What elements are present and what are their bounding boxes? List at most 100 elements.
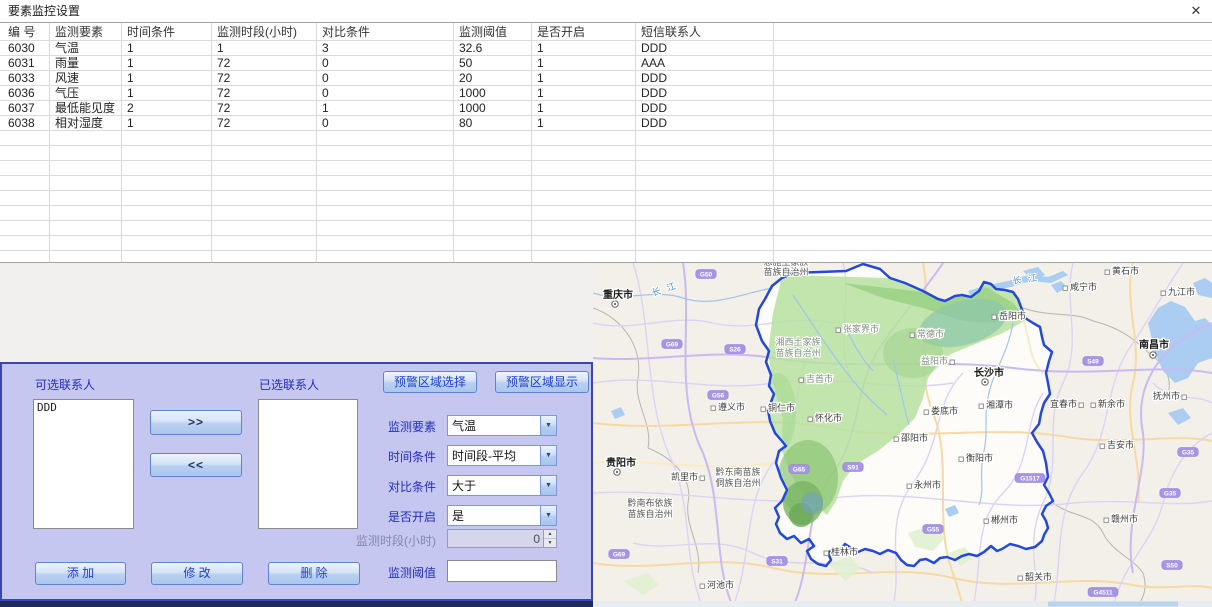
enabled-select[interactable]: 是 ▼ — [447, 505, 557, 526]
table-cell[interactable]: 72 — [212, 71, 317, 86]
chevron-down-icon[interactable]: ▼ — [540, 416, 556, 435]
table-cell[interactable]: DDD — [636, 71, 774, 86]
table-cell[interactable] — [212, 191, 317, 206]
table-cell[interactable] — [454, 206, 532, 221]
table-cell[interactable]: 相对湿度 — [50, 116, 122, 131]
table-cell[interactable] — [0, 221, 50, 236]
table-cell[interactable]: 1 — [122, 86, 212, 101]
table-cell[interactable]: 80 — [454, 116, 532, 131]
table-cell[interactable]: 气温 — [50, 41, 122, 56]
table-row[interactable] — [0, 161, 1212, 176]
table-cell[interactable]: 风速 — [50, 71, 122, 86]
warn-area-select-button[interactable]: 预警区域选择 — [383, 371, 477, 393]
table-cell[interactable]: 0 — [317, 71, 454, 86]
table-cell[interactable]: DDD — [636, 101, 774, 116]
table-cell[interactable] — [636, 176, 774, 191]
table-cell[interactable] — [317, 191, 454, 206]
table-cell[interactable]: DDD — [636, 41, 774, 56]
table-cell[interactable]: AAA — [636, 56, 774, 71]
table-row[interactable]: 6038相对湿度1720801DDD — [0, 116, 1212, 131]
table-cell[interactable] — [122, 191, 212, 206]
table-cell[interactable] — [454, 191, 532, 206]
table-cell[interactable] — [532, 131, 636, 146]
table-cell[interactable] — [50, 221, 122, 236]
table-cell[interactable]: 0 — [317, 116, 454, 131]
table-cell[interactable] — [122, 206, 212, 221]
table-cell[interactable] — [454, 236, 532, 251]
table-cell[interactable] — [122, 161, 212, 176]
table-cell[interactable]: 1 — [532, 116, 636, 131]
table-cell[interactable] — [0, 161, 50, 176]
table-cell[interactable] — [454, 221, 532, 236]
table-cell[interactable]: 3 — [317, 41, 454, 56]
table-cell[interactable]: 1 — [532, 56, 636, 71]
table-cell[interactable]: 1 — [122, 71, 212, 86]
move-right-button[interactable]: >> — [150, 410, 242, 435]
table-cell[interactable] — [532, 161, 636, 176]
table-cell[interactable] — [532, 191, 636, 206]
table-cell[interactable] — [50, 236, 122, 251]
table-cell[interactable]: 1000 — [454, 86, 532, 101]
table-row[interactable] — [0, 236, 1212, 251]
table-cell[interactable]: 最低能见度 — [50, 101, 122, 116]
table-cell[interactable] — [454, 131, 532, 146]
table-cell[interactable]: 0 — [317, 86, 454, 101]
table-cell[interactable]: 1000 — [454, 101, 532, 116]
table-cell[interactable] — [532, 146, 636, 161]
table-cell[interactable] — [0, 146, 50, 161]
table-cell[interactable] — [0, 176, 50, 191]
table-cell[interactable] — [636, 191, 774, 206]
table-cell[interactable] — [50, 131, 122, 146]
table-cell[interactable] — [317, 161, 454, 176]
table-cell[interactable]: 72 — [212, 101, 317, 116]
table-row[interactable] — [0, 221, 1212, 236]
table-cell[interactable] — [50, 146, 122, 161]
table-cell[interactable] — [532, 206, 636, 221]
table-cell[interactable] — [122, 131, 212, 146]
table-cell[interactable] — [50, 161, 122, 176]
table-row[interactable]: 6030气温11332.61DDD — [0, 41, 1212, 56]
table-cell[interactable] — [636, 221, 774, 236]
table-cell[interactable] — [122, 221, 212, 236]
table-row[interactable] — [0, 191, 1212, 206]
table-cell[interactable] — [636, 161, 774, 176]
map-scrollbar-thumb[interactable] — [1048, 602, 1178, 607]
table-cell[interactable]: 6036 — [0, 86, 50, 101]
time-condition-select[interactable]: 时间段-平均 ▼ — [447, 445, 557, 466]
table-cell[interactable]: 1 — [317, 101, 454, 116]
table-cell[interactable]: 1 — [532, 41, 636, 56]
table-cell[interactable] — [122, 176, 212, 191]
chevron-down-icon[interactable]: ▼ — [540, 476, 556, 495]
table-cell[interactable] — [212, 236, 317, 251]
table-cell[interactable]: 72 — [212, 116, 317, 131]
table-cell[interactable] — [317, 146, 454, 161]
table-cell[interactable]: 雨量 — [50, 56, 122, 71]
table-cell[interactable]: DDD — [636, 116, 774, 131]
table-cell[interactable] — [50, 191, 122, 206]
table-cell[interactable] — [317, 221, 454, 236]
table-cell[interactable] — [212, 146, 317, 161]
table-cell[interactable] — [532, 221, 636, 236]
available-contacts-list[interactable]: DDD — [33, 399, 134, 529]
list-item[interactable]: DDD — [34, 400, 133, 415]
table-row[interactable] — [0, 131, 1212, 146]
monitor-element-select[interactable]: 气温 ▼ — [447, 415, 557, 436]
add-button[interactable]: 添 加 — [35, 562, 126, 585]
table-cell[interactable] — [454, 146, 532, 161]
table-cell[interactable] — [317, 176, 454, 191]
table-cell[interactable]: 32.6 — [454, 41, 532, 56]
table-cell[interactable]: 72 — [212, 56, 317, 71]
table-cell[interactable]: 6033 — [0, 71, 50, 86]
table-cell[interactable]: 20 — [454, 71, 532, 86]
table-cell[interactable]: 1 — [532, 101, 636, 116]
spinner-arrows[interactable]: ▲▼ — [543, 530, 556, 547]
table-row[interactable]: 6031雨量1720501AAA — [0, 56, 1212, 71]
table-cell[interactable] — [122, 146, 212, 161]
table-cell[interactable]: 1 — [532, 86, 636, 101]
close-icon[interactable]: ✕ — [1188, 3, 1204, 19]
table-cell[interactable]: 50 — [454, 56, 532, 71]
table-cell[interactable]: 6037 — [0, 101, 50, 116]
region-map[interactable]: G50G69S26G56G69S31G65S91S49G1517G55G35G3… — [593, 262, 1212, 607]
table-cell[interactable] — [212, 176, 317, 191]
table-row[interactable]: 6036气压172010001DDD — [0, 86, 1212, 101]
